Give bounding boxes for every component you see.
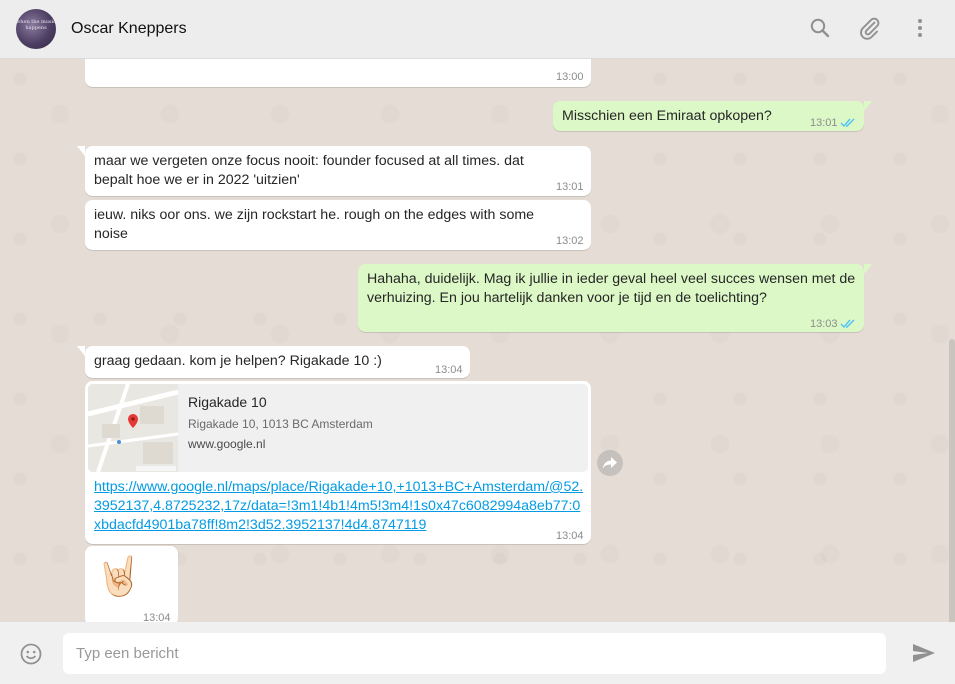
bubble-tail (864, 101, 872, 111)
message-bubble-incoming[interactable]: maar we vergeten onze focus nooit: found… (77, 146, 591, 196)
smiley-icon[interactable] (19, 642, 43, 666)
message-list[interactable]: 13:00 Misschien een Emiraat opkopen? 13:… (0, 59, 955, 622)
message-bubble-outgoing[interactable]: Hahaha, duidelijk. Mag ik jullie in iede… (358, 264, 872, 332)
message-composer (0, 622, 955, 684)
message-time: 13:01 (556, 181, 584, 193)
message-input[interactable] (63, 633, 886, 674)
location-preview-card[interactable]: Rigakade 10 Rigakade 10, 1013 BC Amsterd… (88, 384, 588, 472)
location-title: Rigakade 10 (188, 394, 267, 410)
scrollbar[interactable] (949, 339, 955, 622)
bubble-tail (77, 346, 85, 356)
message-time: 13:03 (810, 318, 838, 330)
bubble-tail (864, 264, 872, 274)
bubble-tail (77, 146, 85, 156)
emoji-message[interactable]: 🤘🏻 13:04 (85, 546, 178, 622)
message-time: 13:00 (556, 71, 584, 83)
contact-name[interactable]: Oscar Kneppers (71, 20, 187, 38)
message-time: 13:04 (556, 530, 584, 542)
message-text: graag gedaan. kom je helpen? Rigakade 10… (94, 353, 382, 369)
paperclip-icon[interactable] (858, 16, 882, 40)
message-time: 13:04 (435, 364, 463, 376)
location-link[interactable]: https://www.google.nl/maps/place/Rigakad… (94, 478, 584, 535)
rock-on-emoji: 🤘🏻 (95, 556, 143, 598)
message-time: 13:04 (143, 612, 171, 623)
chat-header: when the music happens Oscar Kneppers (0, 0, 955, 59)
avatar-caption: when the music happens (16, 19, 56, 31)
location-message[interactable]: Rigakade 10 Rigakade 10, 1013 BC Amsterd… (85, 381, 591, 544)
message-time: 13:01 (810, 117, 838, 129)
message-bubble-incoming[interactable]: 13:00 (85, 59, 591, 87)
message-time: 13:02 (556, 235, 584, 247)
message-text: Hahaha, duidelijk. Mag ik jullie in iede… (367, 271, 856, 306)
avatar[interactable]: when the music happens (16, 9, 56, 49)
message-bubble-incoming[interactable]: graag gedaan. kom je helpen? Rigakade 10… (77, 346, 470, 378)
message-bubble-outgoing[interactable]: Misschien een Emiraat opkopen? 13:01 (553, 101, 872, 131)
message-bubble-incoming[interactable]: ieuw. niks oor ons. we zijn rockstart he… (85, 200, 591, 250)
more-vertical-icon[interactable] (908, 16, 932, 40)
search-icon[interactable] (808, 16, 832, 40)
location-address: Rigakade 10, 1013 BC Amsterdam (188, 417, 373, 431)
message-text: ieuw. niks oor ons. we zijn rockstart he… (94, 207, 535, 242)
read-receipt-icon (840, 118, 855, 128)
location-source: www.google.nl (188, 437, 266, 451)
send-icon[interactable] (911, 641, 937, 665)
message-text: maar we vergeten onze focus nooit: found… (94, 153, 524, 188)
read-receipt-icon (840, 319, 855, 329)
map-thumbnail[interactable] (88, 384, 179, 472)
forward-icon[interactable] (597, 450, 623, 476)
message-text: Misschien een Emiraat opkopen? (562, 108, 772, 124)
